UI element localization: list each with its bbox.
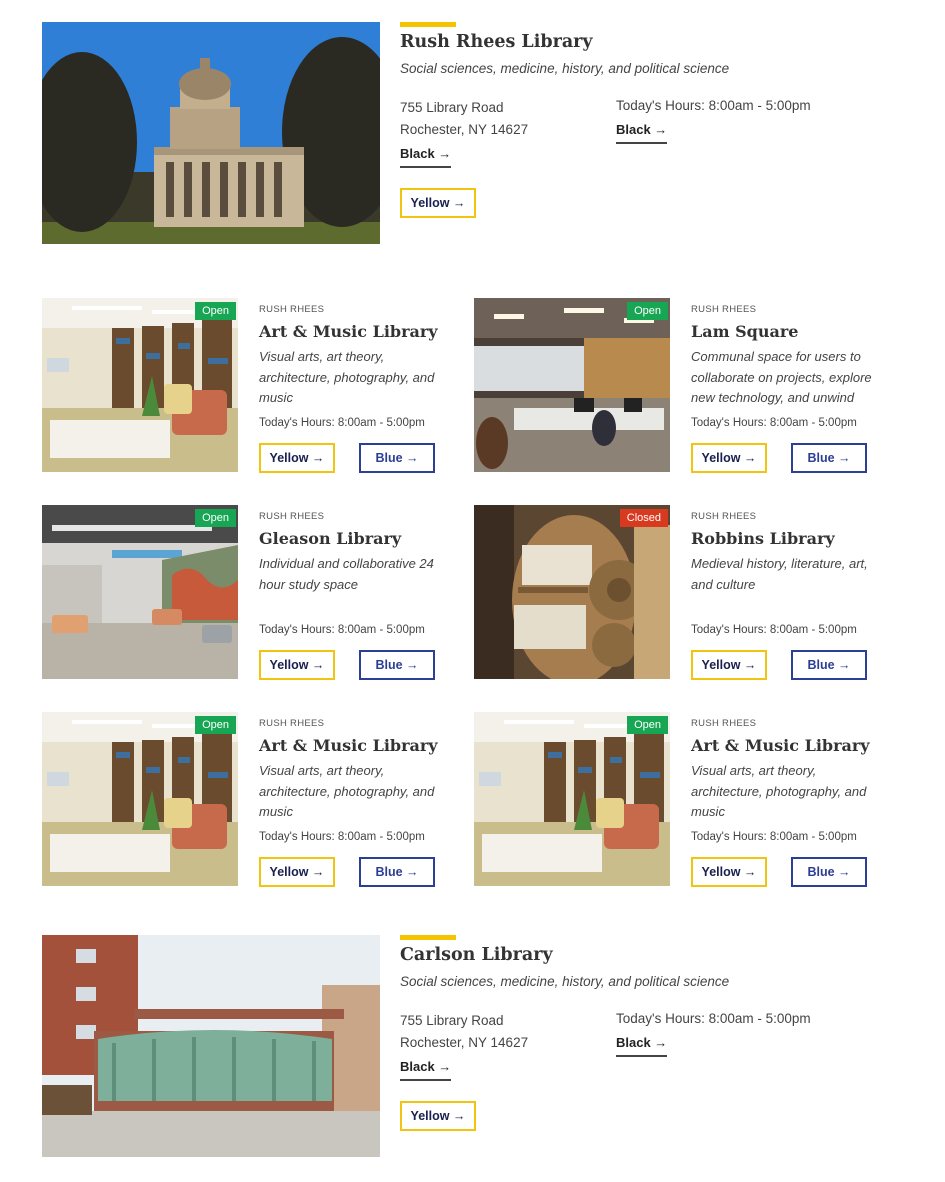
- black-link-button[interactable]: Black →: [400, 1059, 452, 1081]
- address-line-1: 755 Library Road: [400, 1013, 504, 1028]
- todays-hours: Today's Hours: 8:00am - 5:00pm: [259, 624, 425, 636]
- todays-hours: Today's Hours: 8:00am - 5:00pm: [616, 1011, 811, 1026]
- card-eyebrow: RUSH RHEES: [259, 511, 325, 522]
- accent-bar: [400, 22, 456, 27]
- address-line-1: 755 Library Road: [400, 100, 504, 115]
- blue-button[interactable]: Blue →: [359, 857, 435, 887]
- todays-hours: Today's Hours: 8:00am - 5:00pm: [259, 417, 425, 429]
- library-card: Closed RUSH RHEES Robbins Library Mediev…: [474, 505, 894, 680]
- card-eyebrow: RUSH RHEES: [691, 718, 757, 729]
- todays-hours: Today's Hours: 8:00am - 5:00pm: [259, 831, 425, 843]
- featured-library-card: Rush Rhees Library Social sciences, medi…: [42, 22, 912, 244]
- library-title: Art & Music Library: [259, 322, 438, 341]
- card-eyebrow: RUSH RHEES: [259, 718, 325, 729]
- library-card: Open RUSH RHEES Lam Square Communal spac…: [474, 298, 894, 473]
- rush-rhees-building-photo: [42, 22, 380, 244]
- library-description: Visual arts, art theory, architecture, p…: [691, 763, 867, 819]
- blue-button[interactable]: Blue →: [359, 443, 435, 473]
- library-card: Open RUSH RHEES Gleason Library Individu…: [42, 505, 462, 680]
- card-eyebrow: RUSH RHEES: [259, 304, 325, 315]
- black-link-button[interactable]: Black →: [616, 122, 668, 144]
- address-line-2: Rochester, NY 14627: [400, 122, 529, 137]
- todays-hours: Today's Hours: 8:00am - 5:00pm: [691, 417, 857, 429]
- yellow-button[interactable]: Yellow →: [691, 443, 767, 473]
- blue-button[interactable]: Blue →: [791, 650, 867, 680]
- library-lounge-photo: Open: [42, 298, 238, 472]
- status-badge: Open: [195, 302, 236, 320]
- accent-bar: [400, 935, 456, 940]
- library-title: Lam Square: [691, 322, 799, 341]
- todays-hours: Today's Hours: 8:00am - 5:00pm: [691, 831, 857, 843]
- carlson-building-photo: [42, 935, 380, 1157]
- library-title: Gleason Library: [259, 529, 402, 548]
- status-badge: Open: [627, 302, 668, 320]
- yellow-button[interactable]: Yellow →: [691, 650, 767, 680]
- gleason-study-space-photo: Open: [42, 505, 238, 679]
- yellow-button[interactable]: Yellow →: [400, 188, 476, 218]
- status-badge: Open: [195, 716, 236, 734]
- card-eyebrow: RUSH RHEES: [691, 511, 757, 522]
- library-description: Individual and collaborative 24 hour stu…: [259, 556, 434, 592]
- black-link-button[interactable]: Black →: [400, 146, 452, 168]
- todays-hours: Today's Hours: 8:00am - 5:00pm: [616, 98, 811, 113]
- library-subtitle: Social sciences, medicine, history, and …: [400, 61, 730, 76]
- yellow-button[interactable]: Yellow →: [400, 1101, 476, 1131]
- card-eyebrow: RUSH RHEES: [691, 304, 757, 315]
- robbins-wheel-shelf-photo: Closed: [474, 505, 670, 679]
- library-card: Open RUSH RHEES Art & Music Library Visu…: [42, 712, 462, 887]
- lam-square-photo: Open: [474, 298, 670, 472]
- library-card: Open RUSH RHEES Art & Music Library Visu…: [42, 298, 462, 473]
- library-title: Carlson Library: [400, 945, 553, 965]
- yellow-button[interactable]: Yellow →: [691, 857, 767, 887]
- blue-button[interactable]: Blue →: [791, 443, 867, 473]
- status-badge: Open: [627, 716, 668, 734]
- yellow-button[interactable]: Yellow →: [259, 650, 335, 680]
- black-link-button[interactable]: Black →: [616, 1035, 668, 1057]
- blue-button[interactable]: Blue →: [359, 650, 435, 680]
- featured-library-card: Carlson Library Social sciences, medicin…: [42, 935, 912, 1157]
- yellow-button[interactable]: Yellow →: [259, 857, 335, 887]
- library-lounge-photo: Open: [474, 712, 670, 886]
- library-title: Robbins Library: [691, 529, 835, 548]
- address-line-2: Rochester, NY 14627: [400, 1035, 529, 1050]
- library-description: Communal space for users to collaborate …: [691, 349, 872, 405]
- library-lounge-photo: Open: [42, 712, 238, 886]
- status-badge: Closed: [619, 509, 668, 527]
- yellow-button[interactable]: Yellow →: [259, 443, 335, 473]
- library-description: Visual arts, art theory, architecture, p…: [259, 763, 435, 819]
- library-description: Visual arts, art theory, architecture, p…: [259, 349, 435, 405]
- status-badge: Open: [195, 509, 236, 527]
- library-description: Medieval history, literature, art, and c…: [691, 556, 868, 592]
- library-title: Art & Music Library: [691, 736, 870, 755]
- library-title: Art & Music Library: [259, 736, 438, 755]
- todays-hours: Today's Hours: 8:00am - 5:00pm: [691, 624, 857, 636]
- blue-button[interactable]: Blue →: [791, 857, 867, 887]
- library-card: Open RUSH RHEES Art & Music Library Visu…: [474, 712, 894, 887]
- library-subtitle: Social sciences, medicine, history, and …: [400, 974, 730, 989]
- library-title: Rush Rhees Library: [400, 32, 593, 52]
